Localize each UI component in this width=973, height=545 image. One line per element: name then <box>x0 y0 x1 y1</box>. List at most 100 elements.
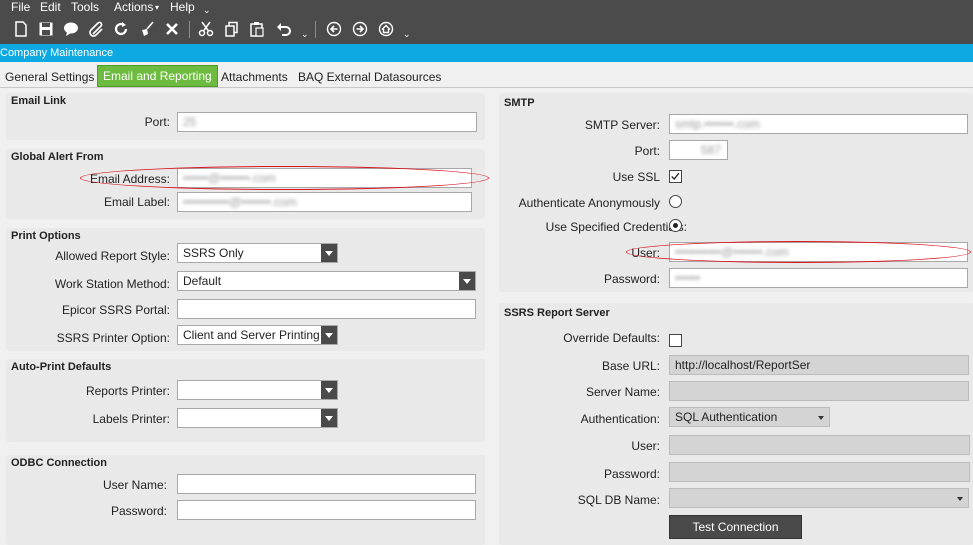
menu-file[interactable]: File <box>11 0 30 14</box>
labels-printer-select[interactable] <box>177 408 338 428</box>
ssrs-printer-option-select[interactable]: Client and Server Printing <box>177 325 338 345</box>
work-station-method-select[interactable]: Default <box>177 271 476 291</box>
ssrs-report-server-panel: SSRS Report Server Override Defaults: Ba… <box>499 303 973 545</box>
ssrs-printer-option-value: Client and Server Printing <box>183 328 320 342</box>
use-ssl-label: Use SSL <box>612 170 660 184</box>
cut-icon[interactable] <box>197 20 215 38</box>
ssrs-password-input[interactable] <box>669 462 970 482</box>
authentication-label: Authentication: <box>580 412 660 426</box>
panel-title: Global Alert From <box>11 151 104 163</box>
email-address-input[interactable]: ••••••@•••••••.com <box>177 168 472 188</box>
sql-db-name-label: SQL DB Name: <box>577 493 660 507</box>
save-icon[interactable] <box>37 20 55 38</box>
server-name-input[interactable] <box>669 381 969 401</box>
smtp-password-value: •••••• <box>675 271 701 285</box>
use-ssl-checkbox[interactable] <box>669 170 682 183</box>
allowed-report-style-label: Allowed Report Style: <box>55 249 170 263</box>
smtp-user-value: •••••••••••@•••••••.com <box>675 245 789 259</box>
memo-icon[interactable] <box>62 20 80 38</box>
work-station-method-label: Work Station Method: <box>54 277 170 291</box>
smtp-user-input[interactable]: •••••••••••@•••••••.com <box>669 242 968 262</box>
override-defaults-label: Override Defaults: <box>563 331 660 345</box>
new-icon[interactable] <box>12 20 30 38</box>
tab-baq-external-datasources[interactable]: BAQ External Datasources <box>298 68 441 86</box>
sql-db-name-select[interactable] <box>669 488 969 508</box>
email-label-value: •••••••••••@•••••••.com <box>183 195 297 209</box>
toolbar-separator <box>189 21 190 38</box>
email-address-label: Email Address: <box>89 172 170 186</box>
smtp-server-input[interactable]: smtp.•••••••.com <box>669 114 968 134</box>
labels-printer-label: Labels Printer: <box>92 412 170 426</box>
menu-actions-caret: ▾ <box>155 3 160 12</box>
copy-icon[interactable] <box>223 20 241 38</box>
authentication-value: SQL Authentication <box>675 410 778 424</box>
use-specified-credentials-radio[interactable] <box>669 219 682 232</box>
home-caret-icon[interactable]: ⌄ <box>403 29 411 40</box>
paste-icon[interactable] <box>248 20 266 38</box>
odbc-password-label: Password: <box>110 504 167 518</box>
reports-printer-label: Reports Printer: <box>85 384 170 398</box>
menu-edit[interactable]: Edit <box>40 0 61 14</box>
back-icon[interactable] <box>325 20 343 38</box>
email-label-label: Email Label: <box>103 195 170 209</box>
smtp-port-label: Port: <box>634 144 660 158</box>
odbc-user-name-label: User Name: <box>102 478 167 492</box>
dropdown-arrow-icon[interactable] <box>321 326 337 344</box>
undo-caret-icon[interactable]: ⌄ <box>301 29 309 40</box>
home-icon[interactable] <box>377 20 395 38</box>
undo-icon[interactable] <box>275 20 293 38</box>
work-station-method-value: Default <box>183 274 222 288</box>
menu-bar: File Edit Tools Actions ▾ Help ⌄ <box>0 0 973 15</box>
ssrs-printer-option-label: SSRS Printer Option: <box>56 331 170 345</box>
panel-title: Auto-Print Defaults <box>11 361 112 373</box>
smtp-port-input[interactable]: 587 <box>669 140 728 160</box>
test-connection-button[interactable]: Test Connection <box>669 515 802 539</box>
smtp-panel: SMTP SMTP Server: smtp.•••••••.com Port:… <box>499 93 973 292</box>
refresh-icon[interactable] <box>112 20 130 38</box>
smtp-password-input[interactable]: •••••• <box>669 268 968 288</box>
base-url-label: Base URL: <box>601 359 660 373</box>
menu-help[interactable]: Help <box>170 0 195 14</box>
global-alert-panel: Global Alert From Email Address: ••••••@… <box>6 149 485 219</box>
dropdown-arrow-icon[interactable] <box>321 244 337 262</box>
dropdown-arrow-icon[interactable] <box>459 272 475 290</box>
menu-actions[interactable]: Actions <box>114 0 153 14</box>
tab-email-and-reporting[interactable]: Email and Reporting <box>97 65 218 87</box>
menu-tools[interactable]: Tools <box>71 0 99 14</box>
delete-icon[interactable] <box>163 20 181 38</box>
use-specified-credentials-label: Use Specified Credentials: <box>545 220 687 234</box>
odbc-user-name-input[interactable] <box>177 474 476 494</box>
attach-icon[interactable] <box>87 20 105 38</box>
server-name-label: Server Name: <box>585 385 660 399</box>
odbc-password-input[interactable] <box>177 500 476 520</box>
odbc-connection-panel: ODBC Connection User Name: Password: <box>6 455 485 545</box>
dropdown-arrow-icon[interactable] <box>321 381 337 399</box>
override-defaults-checkbox[interactable] <box>669 334 682 347</box>
tab-attachments[interactable]: Attachments <box>221 68 288 86</box>
panel-title: Email Link <box>11 95 67 107</box>
tab-general-settings[interactable]: General Settings <box>5 68 94 86</box>
reports-printer-select[interactable] <box>177 380 338 400</box>
smtp-port-value: 587 <box>700 143 721 157</box>
ssrs-user-label: User: <box>631 439 660 453</box>
tab-strip: General Settings Email and Reporting Att… <box>0 62 973 88</box>
email-link-port-input[interactable]: 25 <box>177 112 477 132</box>
smtp-server-label: SMTP Server: <box>584 118 660 132</box>
epicor-ssrs-portal-input[interactable] <box>177 299 476 319</box>
authenticate-anonymously-radio[interactable] <box>669 195 682 208</box>
toolbar: ⌄ ⌄ <box>0 15 973 44</box>
smtp-user-label: User: <box>631 246 660 260</box>
base-url-input[interactable]: http://localhost/ReportSer <box>669 355 969 375</box>
authentication-select[interactable]: SQL Authentication <box>669 407 830 427</box>
smtp-server-value: smtp.•••••••.com <box>675 117 760 131</box>
panel-title: SMTP <box>504 97 535 109</box>
clear-icon[interactable] <box>138 20 156 38</box>
allowed-report-style-select[interactable]: SSRS Only <box>177 243 338 263</box>
email-label-input[interactable]: •••••••••••@•••••••.com <box>177 192 472 212</box>
allowed-report-style-value: SSRS Only <box>183 246 244 260</box>
ssrs-user-input[interactable] <box>669 435 970 455</box>
dropdown-arrow-icon[interactable] <box>321 409 337 427</box>
checkmark-icon <box>671 172 680 180</box>
email-address-value: ••••••@•••••••.com <box>183 171 276 185</box>
forward-icon[interactable] <box>351 20 369 38</box>
